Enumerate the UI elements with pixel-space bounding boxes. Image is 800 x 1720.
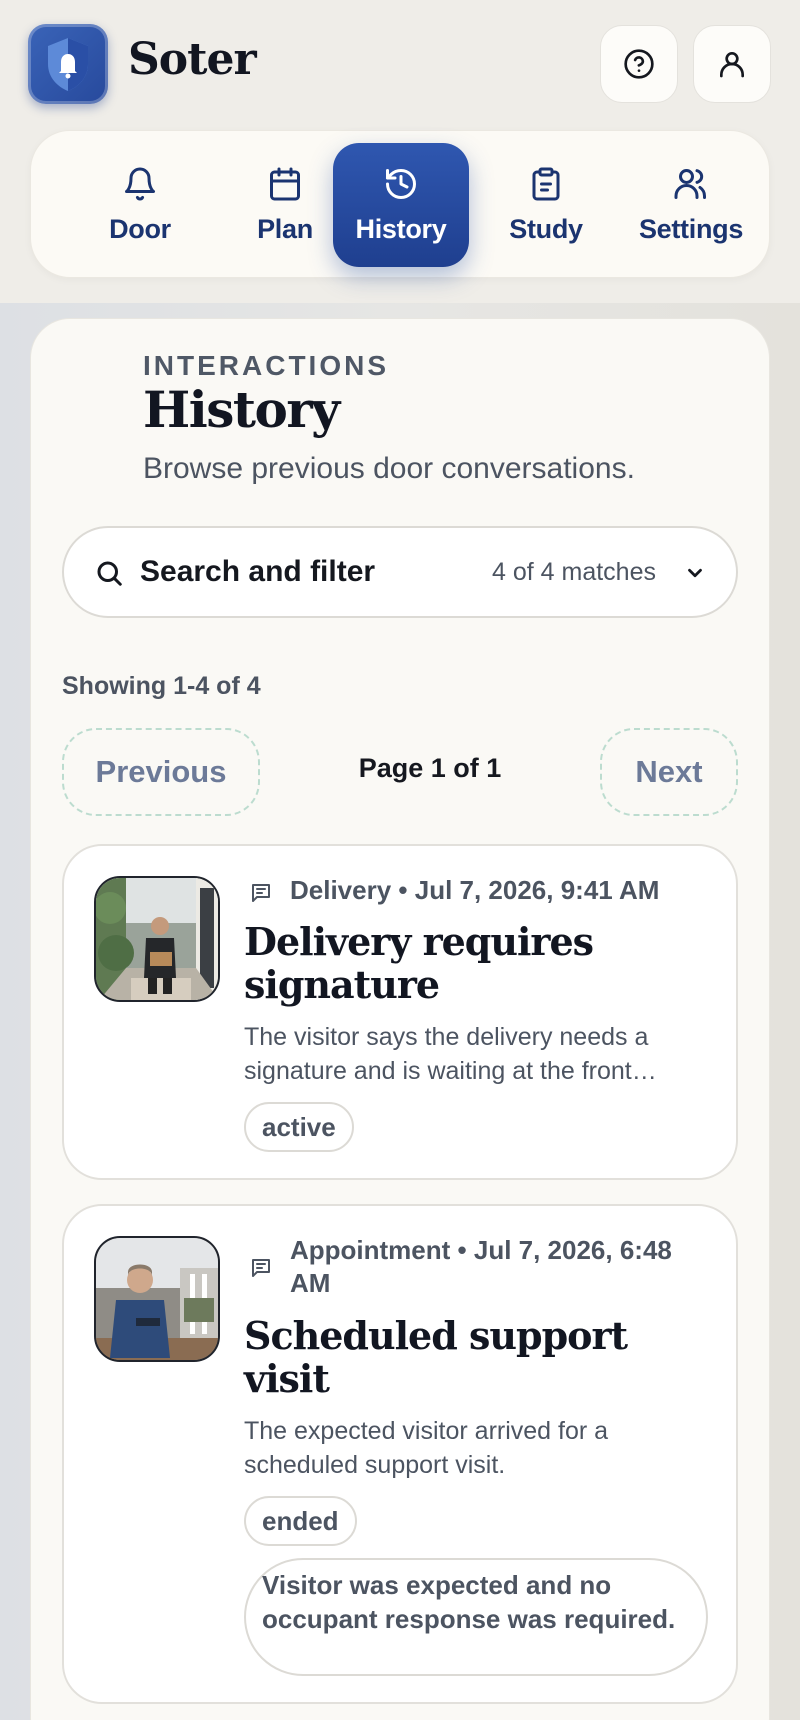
next-page-button[interactable]: Next <box>600 728 738 816</box>
users-icon <box>674 168 706 199</box>
page-title: History <box>143 380 340 439</box>
bell-icon <box>125 167 155 200</box>
nav-item-settings[interactable]: Settings <box>623 143 759 267</box>
previous-page-button[interactable]: Previous <box>62 728 260 816</box>
nav-item-study[interactable]: Study <box>478 143 614 267</box>
page-subtitle: Browse previous door conversations. <box>143 452 635 485</box>
nav-item-history[interactable]: History <box>333 143 469 267</box>
match-count: 4 of 4 matches <box>492 558 656 586</box>
user-icon <box>720 52 744 78</box>
visitor-snapshot <box>94 1236 220 1362</box>
interaction-title: Delivery requires signature <box>244 919 594 1007</box>
interaction-meta: Appointment • Jul 7, 2026, 6:48 AM <box>290 1235 672 1298</box>
interaction-card[interactable]: Appointment • Jul 7, 2026, 6:48 AM Sched… <box>62 1204 738 1704</box>
search-filter-toggle[interactable]: Search and filter 4 of 4 matches <box>62 526 738 618</box>
help-button[interactable] <box>600 25 678 103</box>
nav-label-history: History <box>355 213 447 244</box>
interaction-title: Scheduled support visit <box>244 1313 628 1401</box>
status-badge: active <box>244 1102 354 1152</box>
status-badge: ended <box>244 1496 357 1546</box>
chevron-down-icon <box>688 568 702 578</box>
main-nav: Door Plan History Study Settings <box>30 130 770 278</box>
message-icon <box>252 884 270 902</box>
page-indicator: Page 1 of 1 <box>358 753 502 783</box>
account-button[interactable] <box>693 25 771 103</box>
clipboard-icon <box>532 167 560 200</box>
nav-label-settings: Settings <box>638 213 744 244</box>
bell-shield-icon[interactable] <box>28 24 108 104</box>
nav-label-study: Study <box>509 213 583 244</box>
interaction-note: Visitor was expected and no occupant res… <box>244 1558 708 1676</box>
visitor-snapshot <box>94 876 220 1002</box>
nav-item-door[interactable]: Door <box>72 143 208 267</box>
brand-name: Soter <box>128 34 257 85</box>
interaction-description: The visitor says the delivery needs a si… <box>244 1023 657 1085</box>
interaction-description: The expected visitor arrived for a sched… <box>244 1417 609 1479</box>
calendar-icon <box>270 167 300 200</box>
help-circle-icon <box>624 49 654 79</box>
interaction-card[interactable]: Delivery • Jul 7, 2026, 9:41 AM Delivery… <box>62 844 738 1180</box>
message-icon <box>252 1259 270 1277</box>
section-eyebrow: INTERACTIONS <box>143 350 389 381</box>
nav-label-plan: Plan <box>257 213 313 244</box>
nav-label-door: Door <box>109 213 171 244</box>
search-filter-label: Search and filter <box>140 555 376 588</box>
history-icon <box>386 168 416 199</box>
interaction-meta: Delivery • Jul 7, 2026, 9:41 AM <box>290 875 660 905</box>
search-icon <box>97 561 122 586</box>
results-range: Showing 1-4 of 4 <box>62 672 261 700</box>
